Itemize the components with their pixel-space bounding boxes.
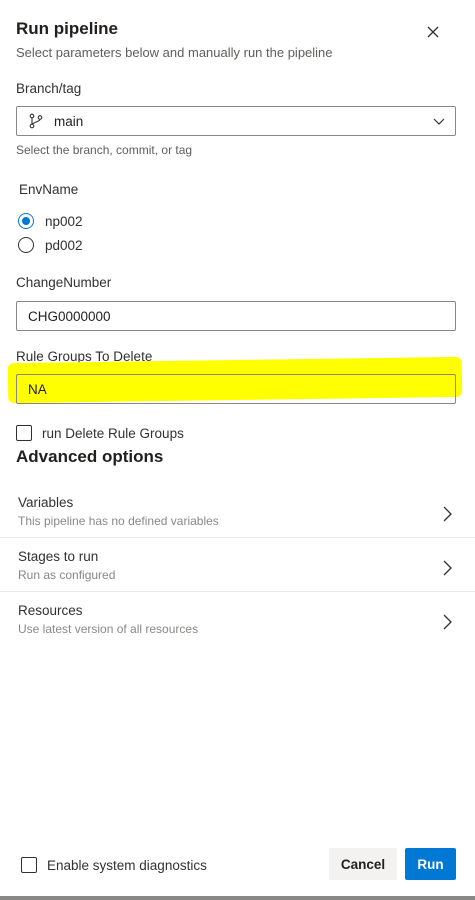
advanced-options-title: Advanced options xyxy=(16,447,164,466)
env-label: EnvName xyxy=(19,182,79,197)
branch-value: main xyxy=(54,114,84,129)
advanced-item-subtitle: Run as configured xyxy=(18,568,116,582)
bottom-edge xyxy=(0,896,475,900)
advanced-item-variables[interactable]: Variables This pipeline has no defined v… xyxy=(0,487,475,541)
cancel-button[interactable]: Cancel xyxy=(329,848,397,880)
branch-select[interactable]: main xyxy=(16,106,456,136)
branch-label: Branch/tag xyxy=(16,81,82,96)
run-delete-label: run Delete Rule Groups xyxy=(42,425,184,441)
advanced-item-title: Resources xyxy=(18,603,83,618)
advanced-item-stages[interactable]: Stages to run Run as configured xyxy=(0,541,475,595)
run-delete-checkbox-row[interactable]: run Delete Rule Groups xyxy=(16,425,184,441)
close-button[interactable] xyxy=(423,22,443,42)
run-pipeline-panel: Run pipeline Select parameters below and… xyxy=(0,0,475,900)
run-delete-checkbox[interactable] xyxy=(16,425,32,441)
chevron-right-icon xyxy=(443,560,452,576)
chevron-right-icon xyxy=(443,506,452,522)
git-branch-icon xyxy=(29,113,43,129)
close-icon xyxy=(427,26,439,38)
radio-option-pd002[interactable]: pd002 xyxy=(18,235,83,255)
run-button[interactable]: Run xyxy=(405,848,456,880)
divider xyxy=(0,537,475,538)
system-diagnostics-checkbox[interactable] xyxy=(21,857,37,873)
system-diagnostics-label: Enable system diagnostics xyxy=(47,857,207,873)
radio-button[interactable] xyxy=(18,237,34,253)
chevron-down-icon xyxy=(433,118,445,125)
radio-button-checked[interactable] xyxy=(18,213,34,229)
panel-subtitle: Select parameters below and manually run… xyxy=(16,45,333,60)
advanced-item-subtitle: This pipeline has no defined variables xyxy=(18,514,219,528)
advanced-item-resources[interactable]: Resources Use latest version of all reso… xyxy=(0,595,475,649)
panel-title: Run pipeline xyxy=(16,19,118,38)
change-number-input[interactable] xyxy=(16,301,456,331)
rule-groups-input[interactable] xyxy=(16,374,456,404)
advanced-item-title: Variables xyxy=(18,495,74,510)
divider xyxy=(0,591,475,592)
branch-helper-text: Select the branch, commit, or tag xyxy=(16,143,193,157)
chevron-right-icon xyxy=(443,614,452,630)
advanced-item-subtitle: Use latest version of all resources xyxy=(18,622,199,636)
system-diagnostics-row[interactable]: Enable system diagnostics xyxy=(21,857,207,873)
advanced-item-title: Stages to run xyxy=(18,549,99,564)
change-number-label: ChangeNumber xyxy=(16,275,112,290)
radio-label: pd002 xyxy=(45,237,83,253)
radio-option-np002[interactable]: np002 xyxy=(18,211,83,231)
radio-label: np002 xyxy=(45,213,83,229)
